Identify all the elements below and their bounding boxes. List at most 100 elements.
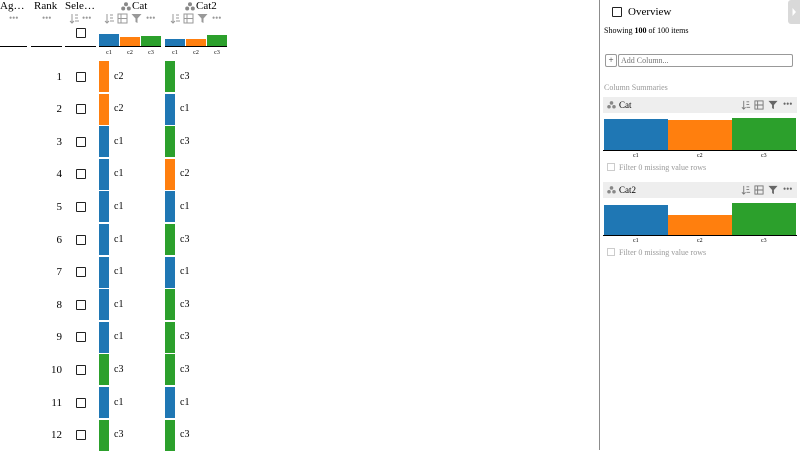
filter-missing-checkbox[interactable] [607,248,615,256]
row-select-checkbox[interactable] [76,267,86,278]
rank-cell: 1 [56,70,63,83]
cat2-header-histogram[interactable] [165,33,227,47]
cat2-cell-bar [165,61,175,92]
cat2-cell-bar [165,419,175,451]
sort-icon[interactable] [741,100,751,110]
summary-histogram-bar[interactable] [732,118,796,150]
summary-column-name: Cat2 [619,185,636,195]
summary-histogram-bar[interactable] [604,205,668,235]
selection-column-title[interactable]: Sele… [65,0,97,14]
overview-checkbox[interactable] [612,7,622,17]
summary-histogram-bar[interactable] [668,120,732,150]
summary-header: Cat2 ••• [603,182,797,198]
cat-cell-bar [99,191,109,223]
add-column-input[interactable] [618,54,793,67]
cat-header-histogram[interactable] [99,33,161,47]
summary-hist-tick: c3 [761,238,767,244]
cat2-hist-tick: c3 [214,50,220,56]
group-icon[interactable] [754,100,764,110]
selection-more-icon[interactable]: ••• [82,14,91,23]
cat-cell-bar [99,289,109,321]
cat-cell-label: c2 [114,103,124,115]
histogram-bar[interactable] [186,39,206,46]
overview-label[interactable]: Overview [628,6,671,18]
collapse-panel-button[interactable] [788,0,800,24]
cat-cell-label: c1 [114,168,124,180]
row-select-checkbox[interactable] [76,104,86,115]
histogram-bar[interactable] [141,36,161,46]
group-icon[interactable] [754,185,764,195]
filter-missing-row[interactable]: Filter 0 missing value rows [607,248,706,257]
aggregate-more-icon[interactable]: ••• [9,14,18,23]
categorical-icon [185,2,195,11]
row-select-checkbox[interactable] [76,71,86,82]
filter-missing-row[interactable]: Filter 0 missing value rows [607,163,706,172]
group-icon[interactable] [183,13,194,24]
histogram-bar[interactable] [207,35,227,46]
rank-more-icon[interactable]: ••• [42,14,51,23]
cat2-cell-bar [165,256,175,288]
row-select-checkbox[interactable] [76,364,86,375]
sort-icon[interactable] [741,185,751,195]
cat2-cell-bar [165,224,175,255]
row-select-checkbox[interactable] [76,430,86,441]
showing-count-text: Showing 100 of 100 items [604,26,688,36]
row-select-checkbox[interactable] [76,332,86,343]
summary-hist-tick: c2 [697,153,703,159]
more-icon[interactable]: ••• [783,183,792,195]
sort-icon[interactable] [69,13,80,24]
cat-column-title[interactable]: Cat [132,0,162,14]
cat2-cell-label: c2 [180,168,190,180]
cat2-cell-bar [165,387,175,418]
summary-hist-tick: c1 [633,238,639,244]
row-select-checkbox[interactable] [76,234,86,245]
histogram-bar[interactable] [120,37,140,46]
histogram-bar[interactable] [99,34,119,46]
histogram-bar[interactable] [165,39,185,46]
cat2-cell-bar [165,321,175,353]
cat-cell-bar [99,321,109,353]
cat2-cell-label: c3 [180,70,190,82]
cat-cell-label: c2 [114,70,124,82]
categorical-icon [607,186,616,194]
filter-missing-checkbox[interactable] [607,163,615,171]
summary-histogram-bar[interactable] [732,203,796,235]
row-select-checkbox[interactable] [76,397,86,408]
cat2-cell-label: c3 [180,429,190,441]
cat2-column-title[interactable]: Cat2 [196,0,226,14]
cat-cell-label: c1 [114,396,124,408]
rank-cell: 8 [56,298,63,311]
rank-column-title[interactable]: Rank [34,0,64,14]
row-select-checkbox[interactable] [76,201,86,212]
sort-icon[interactable] [104,13,115,24]
selection-summary-line [65,46,96,47]
row-select-checkbox[interactable] [76,136,86,147]
add-column-button[interactable]: + [605,54,617,67]
group-icon[interactable] [117,13,128,24]
filter-icon[interactable] [768,100,778,110]
row-select-checkbox[interactable] [76,169,86,180]
row-select-checkbox[interactable] [76,299,86,310]
cat2-cell-label: c3 [180,331,190,343]
select-all-checkbox[interactable] [76,28,86,38]
filter-icon[interactable] [768,185,778,195]
cat-hist-tick: c3 [148,50,154,56]
cat2-cell-label: c3 [180,233,190,245]
aggregate-column-title[interactable]: Ag… [0,0,26,14]
summary-histogram-bar[interactable] [668,215,732,235]
sort-icon[interactable] [170,13,181,24]
aggregate-summary-line [0,46,27,47]
filter-icon[interactable] [131,13,142,24]
more-icon[interactable]: ••• [783,98,792,110]
filter-icon[interactable] [197,13,208,24]
cat2-cell-label: c3 [180,298,190,310]
summary-header: Cat ••• [603,97,797,113]
summary-histogram-bar[interactable] [604,119,668,150]
rank-cell: 2 [56,103,63,116]
rank-cell: 9 [56,331,63,344]
more-icon[interactable]: ••• [212,14,221,23]
cat2-cell-bar [165,93,175,125]
more-icon[interactable]: ••• [146,14,155,23]
summary-column-name: Cat [619,100,632,110]
cat2-hist-tick: c2 [193,50,199,56]
